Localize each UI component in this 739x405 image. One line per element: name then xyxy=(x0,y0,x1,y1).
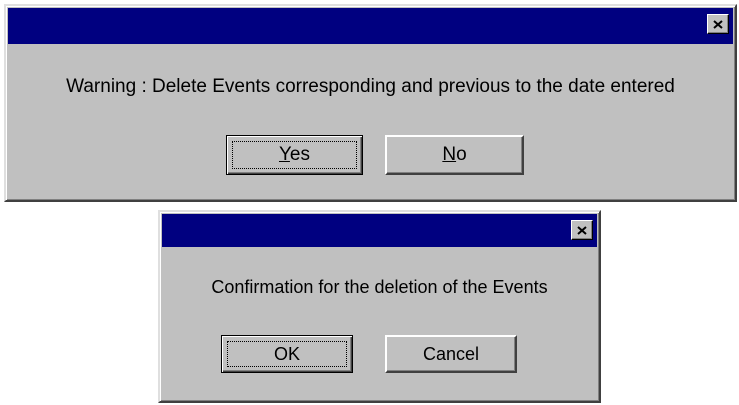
confirmation-dialog: Confirmation for the deletion of the Eve… xyxy=(158,210,601,403)
ok-button[interactable]: OK xyxy=(221,335,353,373)
close-x-icon xyxy=(713,19,723,29)
close-x-icon xyxy=(577,225,587,235)
warning-dialog-close-button[interactable] xyxy=(707,14,729,34)
yes-button[interactable]: Yes xyxy=(226,135,363,175)
confirmation-dialog-close-button[interactable] xyxy=(571,220,593,240)
cancel-button[interactable]: Cancel xyxy=(385,335,517,373)
no-button[interactable]: No xyxy=(385,135,524,175)
confirmation-dialog-titlebar[interactable] xyxy=(162,214,597,247)
yes-button-label: Yes xyxy=(278,144,310,165)
confirmation-message: Confirmation for the deletion of the Eve… xyxy=(211,277,548,297)
ok-button-label: OK xyxy=(273,343,300,364)
no-button-label: No xyxy=(442,144,467,165)
cancel-button-label: Cancel xyxy=(422,343,480,364)
warning-dialog: Warning : Delete Events corresponding an… xyxy=(4,4,737,202)
warning-dialog-titlebar[interactable] xyxy=(8,8,733,44)
warning-message: Warning : Delete Events corresponding an… xyxy=(66,76,675,97)
